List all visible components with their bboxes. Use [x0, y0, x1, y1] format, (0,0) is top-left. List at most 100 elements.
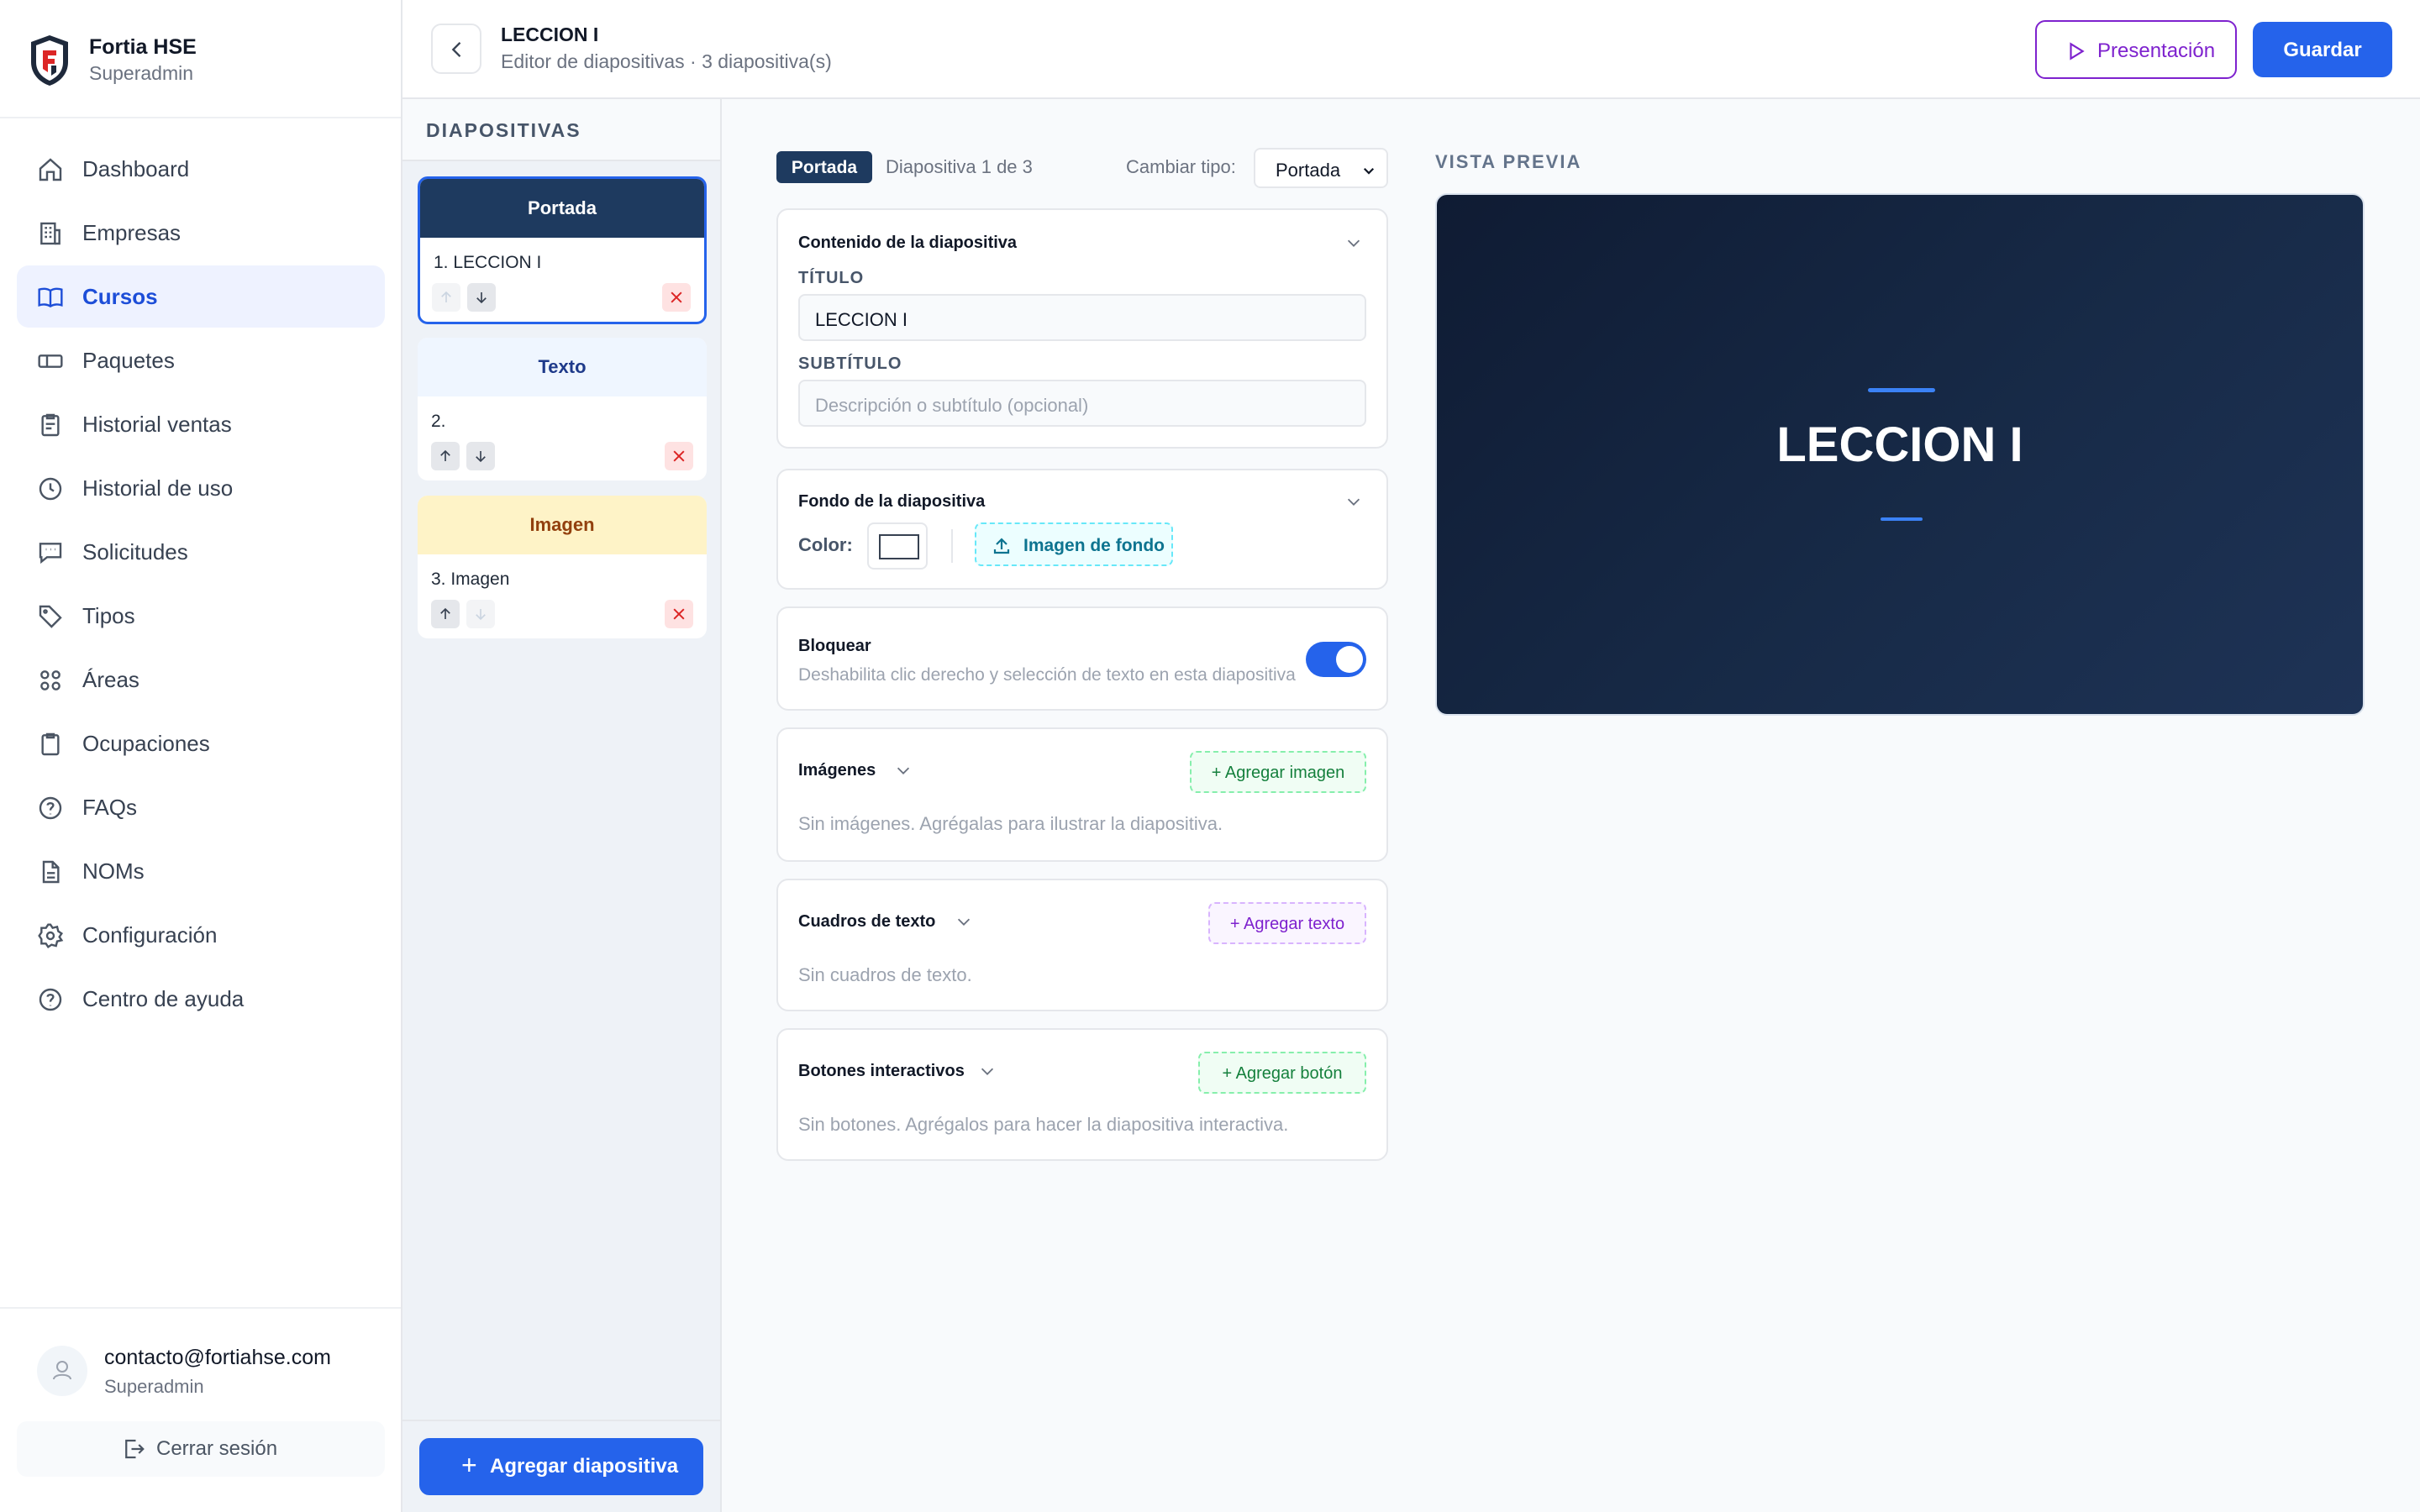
color-swatch: [879, 534, 919, 559]
chevron-down-icon[interactable]: [955, 912, 973, 931]
title-field-label: TÍTULO: [798, 269, 865, 287]
ticket-icon: [38, 354, 63, 368]
move-up-button[interactable]: [431, 600, 460, 628]
background-panel: Fondo de la diapositiva Color: Imagen de…: [776, 469, 1388, 590]
preview-label: VISTA PREVIA: [1435, 151, 1582, 172]
slide-card[interactable]: Portada 1. LECCION I: [418, 176, 707, 324]
logout-label: Cerrar sesión: [156, 1437, 278, 1460]
arrow-down-icon: [476, 451, 486, 463]
arrow-down-icon: [476, 609, 486, 621]
slide-type-band: Imagen: [418, 496, 707, 554]
chevron-down-icon[interactable]: [894, 761, 913, 780]
preview-accent-line: [1881, 517, 1923, 521]
sidebar-item-label: Centro de ayuda: [82, 986, 245, 1011]
delete-slide-button[interactable]: [665, 600, 693, 628]
sidebar-item-configuracion[interactable]: Configuración: [17, 904, 385, 966]
shield-logo-icon: [31, 35, 68, 86]
avatar: [37, 1346, 87, 1396]
color-picker[interactable]: [867, 522, 928, 570]
background-image-button[interactable]: Imagen de fondo: [975, 522, 1173, 566]
sidebar-item-dashboard[interactable]: Dashboard: [17, 138, 385, 200]
slide-card[interactable]: Imagen 3. Imagen: [418, 496, 707, 638]
sidebar-item-solicitudes[interactable]: Solicitudes: [17, 521, 385, 583]
plus-icon: +: [461, 1450, 477, 1480]
title-input[interactable]: LECCION I: [798, 294, 1366, 341]
help-circle-icon: [39, 988, 62, 1011]
logout-button[interactable]: Cerrar sesión: [17, 1421, 385, 1477]
sidebar-item-label: Solicitudes: [82, 539, 188, 564]
sidebar-item-label: FAQs: [82, 795, 138, 820]
chevron-down-icon[interactable]: [1344, 234, 1363, 252]
move-down-button[interactable]: [467, 283, 496, 312]
sidebar-item-centro-ayuda[interactable]: Centro de ayuda: [17, 968, 385, 1030]
user-icon: [53, 1361, 71, 1380]
slides-panel-title: DIAPOSITIVAS: [426, 119, 581, 141]
subtitle-input[interactable]: Descripción o subtítulo (opcional): [798, 380, 1366, 427]
images-panel: Imágenes + Agregar imagen Sin imágenes. …: [776, 727, 1388, 862]
sidebar-item-tipos[interactable]: Tipos: [17, 585, 385, 647]
play-icon: [2070, 42, 2085, 60]
slide-type-select[interactable]: Portada: [1254, 148, 1388, 188]
sidebar-item-label: NOMs: [82, 858, 145, 884]
textboxes-panel: Cuadros de texto + Agregar texto Sin cua…: [776, 879, 1388, 1011]
add-slide-button[interactable]: + Agregar diapositiva: [419, 1438, 703, 1495]
add-image-button[interactable]: + Agregar imagen: [1190, 751, 1366, 793]
chevron-down-icon: [1363, 167, 1375, 175]
preview-title: LECCION I: [1776, 417, 2023, 472]
sidebar-item-label: Cursos: [82, 284, 158, 309]
sidebar-item-historial-ventas[interactable]: Historial ventas: [17, 393, 385, 455]
page-subtitle: Editor de diapositivas · 3 diapositiva(s…: [501, 50, 832, 72]
move-up-button[interactable]: [432, 283, 460, 312]
delete-slide-button[interactable]: [662, 283, 691, 312]
slide-preview: LECCION I: [1435, 193, 2365, 716]
gear-icon: [38, 923, 64, 948]
sidebar-item-noms[interactable]: NOMs: [17, 840, 385, 902]
slides-panel: DIAPOSITIVAS Portada 1. LECCION I Texto …: [402, 99, 722, 1512]
slide-card[interactable]: Texto 2.: [418, 338, 707, 480]
clock-icon: [39, 477, 62, 501]
add-text-button[interactable]: + Agregar texto: [1208, 902, 1366, 944]
slide-name: 2.: [431, 412, 446, 431]
presentation-label: Presentación: [2097, 39, 2216, 62]
sidebar-item-ocupaciones[interactable]: Ocupaciones: [17, 712, 385, 774]
subtitle-field-label: SUBTÍTULO: [798, 354, 902, 373]
slide-type-value: Portada: [1276, 160, 1341, 181]
clipboard-icon: [41, 732, 60, 756]
content-panel-title: Contenido de la diapositiva: [798, 234, 1018, 252]
sidebar-item-label: Configuración: [82, 922, 218, 948]
move-down-button[interactable]: [466, 442, 495, 470]
delete-slide-button[interactable]: [665, 442, 693, 470]
slide-name: 1. LECCION I: [434, 253, 542, 272]
move-down-button[interactable]: [466, 600, 495, 628]
sidebar: Fortia HSE Superadmin Dashboard Empresas…: [0, 0, 402, 1512]
lock-toggle[interactable]: [1306, 642, 1366, 677]
textboxes-empty-message: Sin cuadros de texto.: [798, 964, 972, 985]
sidebar-item-areas[interactable]: Áreas: [17, 648, 385, 711]
sidebar-item-faqs[interactable]: FAQs: [17, 776, 385, 838]
back-button[interactable]: [431, 24, 481, 74]
sidebar-item-historial-uso[interactable]: Historial de uso: [17, 457, 385, 519]
save-label: Guardar: [2283, 39, 2362, 61]
chevron-down-icon[interactable]: [1344, 492, 1363, 511]
logout-icon: [125, 1439, 145, 1459]
sidebar-item-paquetes[interactable]: Paquetes: [17, 329, 385, 391]
editor-header: LECCION I Editor de diapositivas · 3 dia…: [402, 0, 2420, 99]
sidebar-item-cursos[interactable]: Cursos: [17, 265, 385, 328]
background-panel-title: Fondo de la diapositiva: [798, 492, 986, 511]
images-panel-title: Imágenes: [798, 761, 876, 780]
lock-description: Deshabilita clic derecho y selección de …: [798, 665, 1296, 685]
move-up-button[interactable]: [431, 442, 460, 470]
content-panel: Contenido de la diapositiva TÍTULO LECCI…: [776, 208, 1388, 449]
user-email: contacto@fortiahse.com: [104, 1346, 331, 1369]
close-icon: [671, 291, 682, 303]
add-button-button[interactable]: + Agregar botón: [1198, 1052, 1366, 1094]
save-button[interactable]: Guardar: [2253, 22, 2392, 77]
chevron-left-icon: [451, 42, 461, 57]
close-icon: [673, 450, 685, 462]
page-title: LECCION I: [501, 24, 599, 45]
chevron-down-icon[interactable]: [978, 1062, 997, 1080]
sidebar-item-empresas[interactable]: Empresas: [17, 202, 385, 264]
presentation-button[interactable]: Presentación: [2035, 20, 2237, 79]
images-empty-message: Sin imágenes. Agrégalas para ilustrar la…: [798, 813, 1223, 834]
receipt-icon: [41, 413, 60, 437]
